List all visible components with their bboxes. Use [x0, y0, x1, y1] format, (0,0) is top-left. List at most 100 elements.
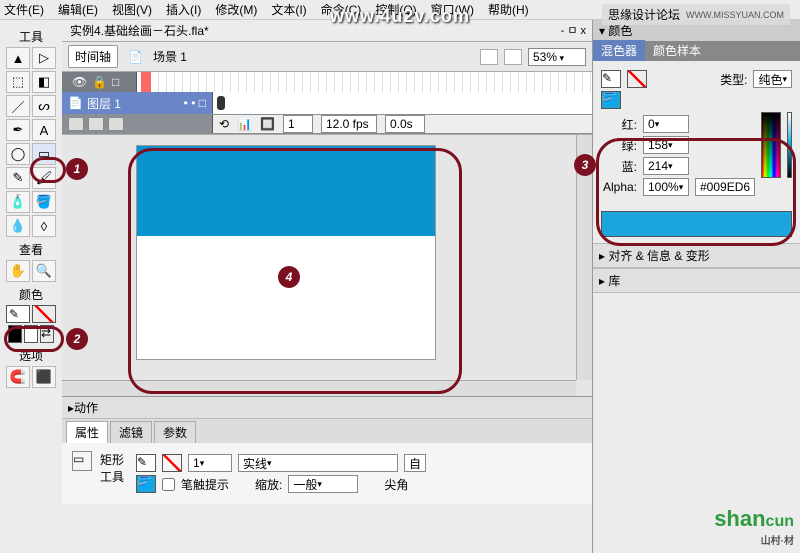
selection-tool[interactable]: ▲	[6, 47, 30, 69]
tab-mixer[interactable]: 混色器	[593, 40, 645, 61]
color-picker[interactable]	[761, 112, 781, 178]
layer-frames[interactable]	[212, 92, 592, 114]
window-controls[interactable]: - ㅁ x	[561, 22, 586, 38]
mixer-fill[interactable]: 🪣	[601, 91, 621, 109]
green-input[interactable]: 158	[643, 136, 689, 154]
hand-tool[interactable]: ✋	[6, 260, 30, 282]
fps-display: 12.0 fps	[321, 115, 377, 133]
stroke-color[interactable]: ✎	[136, 454, 156, 472]
fill-color[interactable]: 🪣	[136, 475, 156, 493]
timeline-panel: 👁🔒□ 📄图层 1• • □ ⟲📊🔲 1 12.0 fps 0.0s	[62, 72, 592, 134]
edit-symbol-icon[interactable]	[504, 49, 522, 65]
document-tab[interactable]: 实例4.基础绘画－石头.fla* - ㅁ x	[62, 20, 592, 42]
cap-label: 尖角	[384, 476, 408, 493]
badge-2: 2	[66, 328, 88, 350]
badge-3: 3	[574, 154, 596, 176]
red-input[interactable]: 0	[643, 115, 689, 133]
eyedropper-tool[interactable]: 💧	[6, 215, 30, 237]
color-mixer: ✎ 类型: 纯色 🪣 红:0 绿:158 蓝:214 Alpha:100% #0…	[593, 61, 800, 205]
menu-item[interactable]: 文本(I)	[271, 1, 306, 18]
paint-bucket-tool[interactable]: 🪣	[32, 191, 56, 213]
menu-item[interactable]: 文件(E)	[4, 1, 44, 18]
layer-row[interactable]: 📄图层 1• • □	[62, 92, 592, 114]
current-frame: 1	[283, 115, 313, 133]
snap-option[interactable]: 🧲	[6, 366, 30, 388]
stroke-fill-swatches[interactable]: ✎	[2, 305, 60, 323]
tab-filters[interactable]: 滤镜	[110, 421, 152, 443]
layer-icon: 📄	[68, 96, 83, 110]
library-panel[interactable]: 库	[593, 268, 800, 293]
alpha-input[interactable]: 100%	[643, 178, 689, 196]
menu-item[interactable]: 编辑(E)	[58, 1, 98, 18]
rect-option[interactable]: ⬛	[32, 366, 56, 388]
menu-item[interactable]: 帮助(H)	[488, 1, 529, 18]
tool-name: 工具	[100, 468, 124, 485]
lock-icon[interactable]: 🔒	[92, 75, 106, 89]
tool-column: 工具 ▲ ▷ ⬚ ◧ ／ ᔕ ✒ A ◯ ▭ ✎ 🖌 🧴 🪣 💧 ◊ 查看 ✋ …	[0, 20, 62, 392]
outline-icon[interactable]: □	[112, 75, 126, 89]
document-area: 实例4.基础绘画－石头.fla* - ㅁ x 时间轴 📄 场景 1 53% 👁 🔒…	[62, 20, 592, 553]
hex-input[interactable]: #009ED6	[695, 178, 755, 196]
add-layer-icon[interactable]	[68, 117, 84, 131]
add-folder-icon[interactable]	[88, 117, 104, 131]
ink-bottle-tool[interactable]: 🧴	[6, 191, 30, 213]
type-select[interactable]: 纯色	[753, 70, 792, 88]
mixer-none[interactable]	[627, 70, 647, 88]
color-label: 颜色	[2, 286, 60, 303]
zoom-tool[interactable]: 🔍	[32, 260, 56, 282]
stroke-hint-check[interactable]	[162, 478, 175, 491]
align-panel[interactable]: 对齐 & 信息 & 变形	[593, 243, 800, 268]
blue-input[interactable]: 214	[643, 157, 689, 175]
stage-container	[62, 134, 592, 396]
brand-watermark: shancun 山村·材	[714, 506, 794, 547]
eye-icon[interactable]: 👁	[72, 75, 86, 89]
brush-tool[interactable]: 🖌	[32, 167, 56, 189]
subselect-tool[interactable]: ▷	[32, 47, 56, 69]
tools-label: 工具	[2, 28, 60, 45]
stroke-hint-label: 笔触提示	[181, 476, 229, 493]
elapsed-display: 0.0s	[385, 115, 425, 133]
scrollbar-horizontal[interactable]	[62, 380, 576, 396]
edit-scene-icon[interactable]	[480, 49, 498, 65]
delete-layer-icon[interactable]	[108, 117, 124, 131]
pencil-tool[interactable]: ✎	[6, 167, 30, 189]
badge-1: 1	[66, 158, 88, 180]
tab-swatches[interactable]: 颜色样本	[645, 40, 709, 61]
options-label: 选项	[2, 347, 60, 364]
timeline-button[interactable]: 时间轴	[68, 45, 118, 68]
custom-button[interactable]: 自	[404, 454, 426, 472]
stroke-style[interactable]: 实线	[238, 454, 398, 472]
line-tool[interactable]: ／	[6, 95, 30, 117]
watermark-url: www.4u2v.com	[330, 6, 470, 27]
mixer-stroke[interactable]: ✎	[601, 70, 621, 88]
zoom-select[interactable]: 53%	[528, 48, 586, 66]
actions-panel[interactable]: 动作	[62, 396, 592, 419]
type-label: 类型:	[720, 71, 747, 88]
eraser-tool[interactable]: ◊	[32, 215, 56, 237]
menu-item[interactable]: 修改(M)	[215, 1, 257, 18]
shape-icon: ▭	[72, 451, 92, 471]
free-transform-tool[interactable]: ⬚	[6, 71, 30, 93]
rectangle-tool[interactable]: ▭	[32, 143, 56, 165]
scene-name[interactable]: 场景 1	[153, 48, 187, 65]
text-tool[interactable]: A	[32, 119, 56, 141]
stroke-width[interactable]: 1	[188, 454, 232, 472]
stage[interactable]	[136, 145, 436, 360]
gradient-tool[interactable]: ◧	[32, 71, 56, 93]
scale-label: 缩放:	[255, 476, 282, 493]
frame-ruler[interactable]	[136, 72, 592, 92]
menu-item[interactable]: 视图(V)	[112, 1, 152, 18]
scene-bar: 时间轴 📄 场景 1 53%	[62, 42, 592, 72]
hue-slider[interactable]	[787, 112, 792, 178]
menu-item[interactable]: 插入(I)	[166, 1, 201, 18]
sky-rectangle[interactable]	[137, 146, 435, 236]
stroke-none[interactable]	[162, 454, 182, 472]
right-panels: ▾ 颜色 混色器 颜色样本 ✎ 类型: 纯色 🪣 红:0 绿:158 蓝:214…	[592, 20, 800, 553]
properties-panel: 属性 滤镜 参数 ▭ 矩形 工具 ✎ 1 实线 自	[62, 419, 592, 504]
tab-properties[interactable]: 属性	[66, 421, 108, 443]
pen-tool[interactable]: ✒	[6, 119, 30, 141]
tab-params[interactable]: 参数	[154, 421, 196, 443]
lasso-tool[interactable]: ᔕ	[32, 95, 56, 117]
scale-select[interactable]: 一般	[288, 475, 358, 493]
oval-tool[interactable]: ◯	[6, 143, 30, 165]
